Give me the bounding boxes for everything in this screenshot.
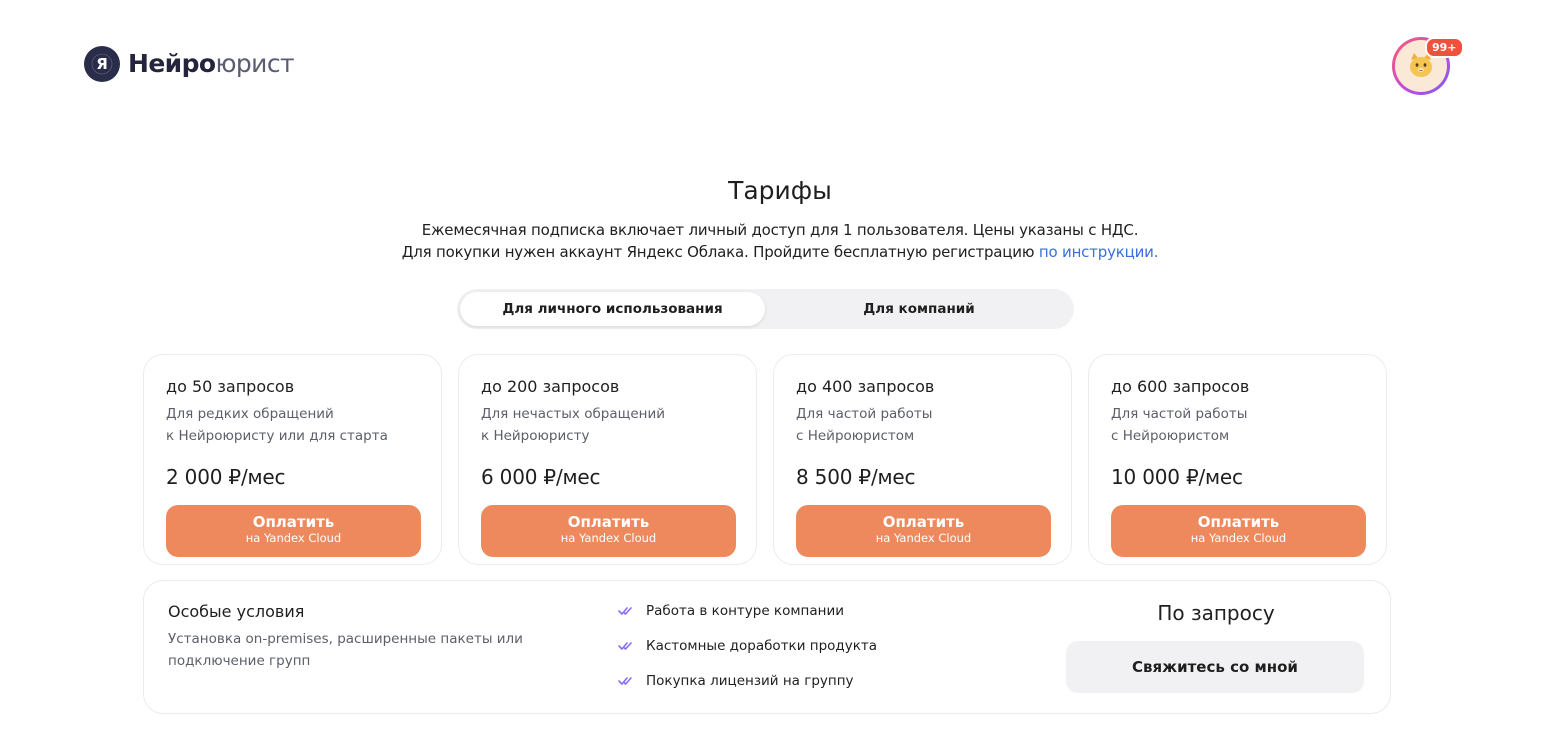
svg-text:Я: Я xyxy=(96,55,108,73)
plan-description: Для нечастых обращений к Нейроюристу xyxy=(481,403,665,447)
plan-name: до 600 запросов xyxy=(1111,377,1250,396)
page-subtitle-line1: Ежемесячная подписка включает личный дос… xyxy=(421,221,1139,239)
plan-name: до 200 запросов xyxy=(481,377,620,396)
plan-description-line: к Нейроюристу или для старта xyxy=(166,428,388,444)
feature-label: Кастомные доработки продукта xyxy=(646,638,878,654)
tab-personal[interactable]: Для личного использования xyxy=(460,292,765,326)
plan-description-line: с Нейроюристом xyxy=(796,428,915,444)
plan-description: Для частой работы с Нейроюристом xyxy=(796,403,932,447)
plan-description: Для редких обращений к Нейроюристу или д… xyxy=(166,403,388,447)
plan-description-line: Для частой работы xyxy=(796,406,933,422)
brand-name-part1: Нейро xyxy=(128,49,216,78)
audience-switch: Для личного использования Для компаний xyxy=(457,289,1074,329)
pay-button-label: Оплатить xyxy=(252,513,335,531)
plan-price: 6 000 ₽/мес xyxy=(481,465,601,489)
plan-name: до 50 запросов xyxy=(166,377,295,396)
contact-me-button[interactable]: Свяжитесь со мной xyxy=(1066,641,1364,693)
plan-description-line: Для редких обращений xyxy=(166,406,334,422)
brand-name: Нейроюрист xyxy=(128,46,295,82)
subtitle-line2-text: Для покупки нужен аккаунт Яндекс Облака.… xyxy=(401,243,1035,261)
yandex-y-logo-icon: Я xyxy=(84,46,120,82)
plan-description: Для частой работы с Нейроюристом xyxy=(1111,403,1247,447)
plan-description-line: Для нечастых обращений xyxy=(481,406,666,422)
pay-button[interactable]: Оплатить на Yandex Cloud xyxy=(166,505,421,557)
page-title: Тарифы xyxy=(728,176,832,205)
plan-description-line: к Нейроюристу xyxy=(481,428,590,444)
pay-button-sublabel: на Yandex Cloud xyxy=(560,531,657,545)
pay-button[interactable]: Оплатить на Yandex Cloud xyxy=(481,505,736,557)
feature-label: Работа в контуре компании xyxy=(646,603,845,619)
pay-button[interactable]: Оплатить на Yandex Cloud xyxy=(1111,505,1366,557)
pay-button-sublabel: на Yandex Cloud xyxy=(1190,531,1287,545)
plan-price: 10 000 ₽/мес xyxy=(1111,465,1243,489)
plan-price: 2 000 ₽/мес xyxy=(166,465,286,489)
feature-item: Кастомные доработки продукта xyxy=(618,638,877,654)
plan-card: до 50 запросов Для редких обращений к Не… xyxy=(143,354,442,565)
double-check-icon xyxy=(618,642,632,650)
plan-card: до 400 запросов Для частой работы с Нейр… xyxy=(773,354,1072,565)
pay-button-sublabel: на Yandex Cloud xyxy=(875,531,972,545)
instructions-link[interactable]: по инструкции. xyxy=(1039,243,1159,261)
brand-logo[interactable]: Я Нейроюрист xyxy=(84,46,295,82)
pay-button-label: Оплатить xyxy=(567,513,650,531)
pay-button-sublabel: на Yandex Cloud xyxy=(245,531,342,545)
feature-item: Покупка лицензий на группу xyxy=(618,673,854,689)
special-price: По запросу xyxy=(1157,601,1275,625)
pay-button[interactable]: Оплатить на Yandex Cloud xyxy=(796,505,1051,557)
special-title: Особые условия xyxy=(168,602,305,621)
plan-card: до 200 запросов Для нечастых обращений к… xyxy=(458,354,757,565)
notifications-badge: 99+ xyxy=(1425,37,1464,58)
plan-price: 8 500 ₽/мес xyxy=(796,465,916,489)
plan-card: до 600 запросов Для частой работы с Нейр… xyxy=(1088,354,1387,565)
feature-label: Покупка лицензий на группу xyxy=(646,673,854,689)
feature-item: Работа в контуре компании xyxy=(618,603,844,619)
user-avatar-button[interactable]: 99+ xyxy=(1392,37,1464,95)
special-description: Установка on-premises, расширенные пакет… xyxy=(168,631,523,669)
page-subtitle-line2: Для покупки нужен аккаунт Яндекс Облака.… xyxy=(0,243,1560,261)
pay-button-label: Оплатить xyxy=(1197,513,1280,531)
header: Я Нейроюрист 99+ xyxy=(0,0,1560,130)
plan-description-line: Для частой работы xyxy=(1111,406,1248,422)
double-check-icon xyxy=(618,607,632,615)
brand-name-part2: юрист xyxy=(215,49,294,78)
double-check-icon xyxy=(618,677,632,685)
plan-description-line: с Нейроюристом xyxy=(1111,428,1230,444)
tab-company[interactable]: Для компаний xyxy=(769,292,1069,326)
special-conditions-card: Особые условия Установка on-premises, ра… xyxy=(143,580,1391,714)
plan-name: до 400 запросов xyxy=(796,377,935,396)
pay-button-label: Оплатить xyxy=(882,513,965,531)
